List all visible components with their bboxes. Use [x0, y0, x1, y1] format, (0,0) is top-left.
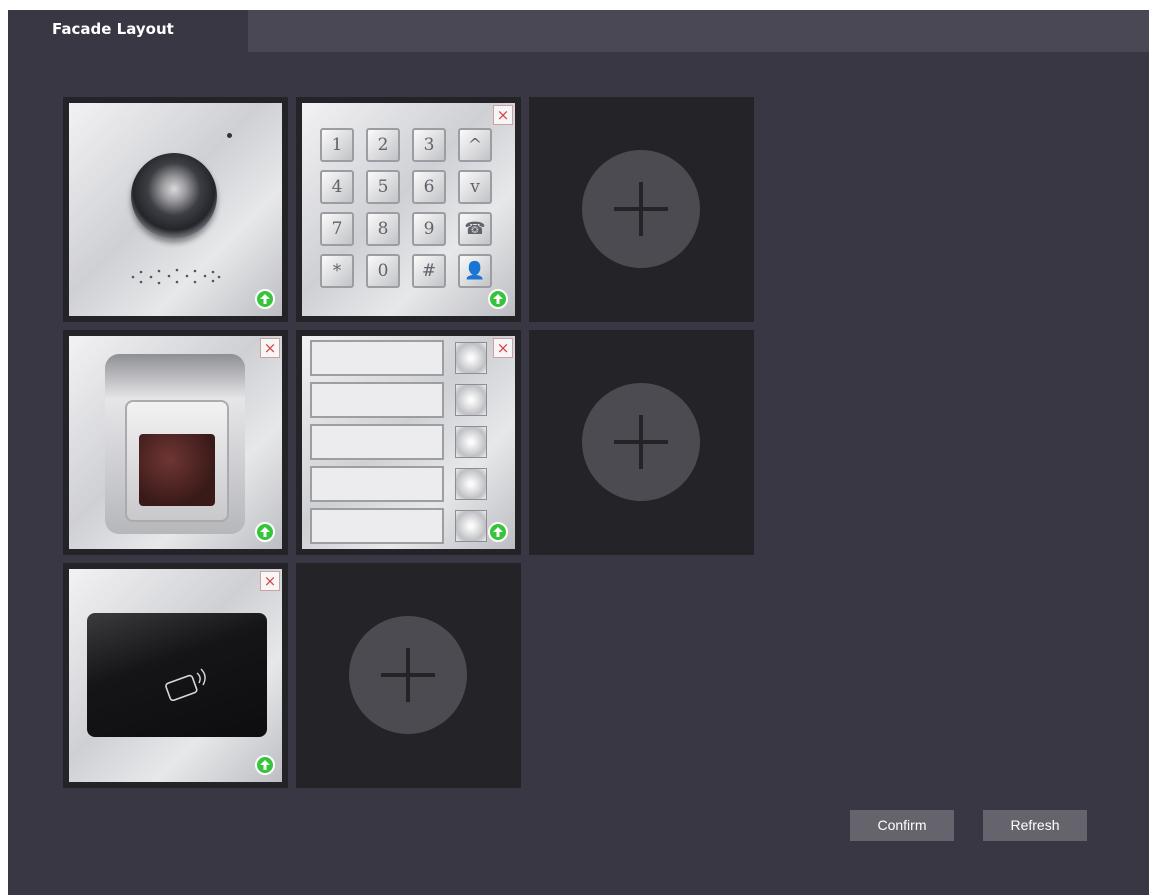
camera-module[interactable]: [69, 103, 282, 316]
camera-lens-icon: [131, 153, 217, 239]
remove-button[interactable]: ×: [493, 105, 513, 125]
call-button: [455, 468, 487, 500]
name-plate: [310, 508, 444, 544]
add-module-button[interactable]: [582, 383, 700, 501]
remove-button[interactable]: ×: [493, 338, 513, 358]
name-plate: [310, 424, 444, 460]
upgrade-button[interactable]: [255, 522, 275, 542]
call-button: [455, 342, 487, 374]
confirm-button[interactable]: Confirm: [850, 810, 954, 841]
key-8: 8: [366, 212, 400, 246]
facade-layout-panel: Facade Layout × 1 2 3 ^ 4 5 6 v 7 8 9 ☎ …: [8, 10, 1149, 895]
key-3: 3: [412, 128, 446, 162]
slot-2-keypad: × 1 2 3 ^ 4 5 6 v 7 8 9 ☎ * 0 # 👤: [296, 97, 521, 322]
button-module[interactable]: ×: [302, 336, 515, 549]
fingerprint-module[interactable]: ×: [69, 336, 282, 549]
add-module-button[interactable]: [349, 616, 467, 734]
name-plate: [310, 340, 444, 376]
arrow-up-icon: [260, 760, 270, 770]
slot-6-empty: [529, 330, 754, 555]
plus-icon: [381, 648, 435, 702]
add-module-button[interactable]: [582, 150, 700, 268]
upgrade-button[interactable]: [255, 289, 275, 309]
slot-7-card-reader: ×: [63, 563, 288, 788]
call-button: [455, 426, 487, 458]
key-9: 9: [412, 212, 446, 246]
upgrade-button[interactable]: [488, 522, 508, 542]
arrow-up-icon: [260, 294, 270, 304]
card-reader-panel: [87, 613, 267, 737]
tab-facade-layout[interactable]: Facade Layout: [8, 10, 248, 52]
slot-8-empty: [296, 563, 521, 788]
remove-button[interactable]: ×: [260, 338, 280, 358]
key-6: 6: [412, 170, 446, 204]
key-5: 5: [366, 170, 400, 204]
upgrade-button[interactable]: [488, 289, 508, 309]
key-2: 2: [366, 128, 400, 162]
speaker-grille-icon: [131, 268, 221, 285]
key-down: v: [458, 170, 492, 204]
rfid-card-icon: [165, 668, 206, 701]
name-plate: [310, 382, 444, 418]
key-7: 7: [320, 212, 354, 246]
remove-button[interactable]: ×: [260, 571, 280, 591]
key-4: 4: [320, 170, 354, 204]
plus-icon: [614, 182, 668, 236]
slot-3-empty: [529, 97, 754, 322]
key-0: 0: [366, 254, 400, 288]
fingerprint-sensor-icon: [139, 434, 215, 506]
arrow-up-icon: [493, 527, 503, 537]
refresh-button[interactable]: Refresh: [983, 810, 1087, 841]
slot-1-camera: [63, 97, 288, 322]
arrow-up-icon: [260, 527, 270, 537]
slot-5-buttons: ×: [296, 330, 521, 555]
call-button: [455, 510, 487, 542]
key-up: ^: [458, 128, 492, 162]
key-hash: #: [412, 254, 446, 288]
key-star: *: [320, 254, 354, 288]
slot-4-fingerprint: ×: [63, 330, 288, 555]
key-person: 👤: [458, 254, 492, 288]
card-reader-module[interactable]: ×: [69, 569, 282, 782]
tab-bar: Facade Layout: [8, 10, 1149, 52]
key-call: ☎: [458, 212, 492, 246]
name-plate: [310, 466, 444, 502]
arrow-up-icon: [493, 294, 503, 304]
microphone-dot: [227, 133, 232, 138]
upgrade-button[interactable]: [255, 755, 275, 775]
plus-icon: [614, 415, 668, 469]
call-button: [455, 384, 487, 416]
keypad-module[interactable]: × 1 2 3 ^ 4 5 6 v 7 8 9 ☎ * 0 # 👤: [302, 103, 515, 316]
key-1: 1: [320, 128, 354, 162]
